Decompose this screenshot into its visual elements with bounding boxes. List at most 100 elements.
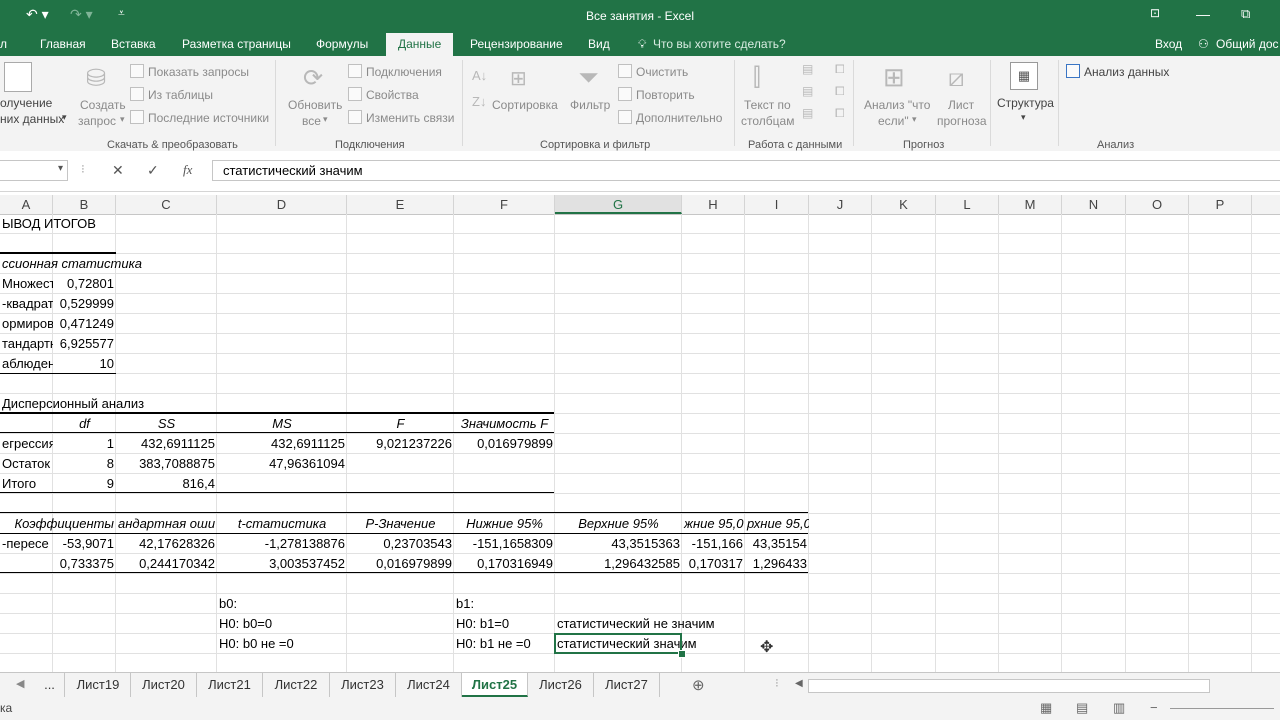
cell-g16[interactable]: Верхние 95% — [555, 514, 682, 534]
cell-b5[interactable]: 0,529999 — [53, 294, 116, 314]
cell-c16[interactable]: андартная оши — [116, 514, 217, 534]
cell-a10[interactable]: Дисперсионный анализ — [0, 394, 260, 414]
tab-page-layout[interactable]: Разметка страницы — [182, 37, 291, 51]
sheet-tab-Лист23[interactable]: Лист23 — [330, 673, 396, 697]
cell-a8[interactable]: аблюдени — [0, 354, 53, 374]
flash-fill-icon[interactable]: ▤ — [802, 62, 813, 76]
column-header-a[interactable]: A — [0, 195, 53, 214]
cell-a4[interactable]: Множеств — [0, 274, 53, 294]
cell-f12[interactable]: 0,016979899 — [454, 434, 555, 454]
cell-f21[interactable]: H0: b1=0 — [454, 614, 555, 634]
data-analysis-button[interactable]: Анализ данных — [1066, 64, 1169, 79]
cell-b17[interactable]: -53,9071 — [53, 534, 116, 554]
relationships-icon[interactable]: ⧠ — [835, 84, 845, 99]
column-header-p[interactable]: P — [1189, 195, 1252, 214]
sort-za-icon[interactable]: Z↓ — [472, 94, 486, 109]
cell-i18[interactable]: 1,296433 — [745, 554, 809, 574]
cell-d13[interactable]: 47,96361094 — [217, 454, 347, 474]
column-header-f[interactable]: F — [454, 195, 555, 214]
cell-b6[interactable]: 0,471249 — [53, 314, 116, 334]
cell-f22[interactable]: H0: b1 не =0 — [454, 634, 555, 654]
sheet-tab-Лист27[interactable]: Лист27 — [594, 673, 660, 697]
tab-insert[interactable]: Вставка — [111, 37, 156, 51]
cell-a5[interactable]: -квадрат — [0, 294, 53, 314]
enter-icon[interactable]: ✓ — [147, 162, 159, 179]
tab-home[interactable]: Главная — [40, 37, 86, 51]
cell-c14[interactable]: 816,4 — [116, 474, 217, 494]
cell-b13[interactable]: 8 — [53, 454, 116, 474]
cell-f11[interactable]: Значимость F — [454, 414, 555, 434]
new-query-label-2[interactable]: запрос — [78, 114, 116, 128]
what-if-label-2[interactable]: если" — [878, 114, 909, 128]
text-to-columns-label-1[interactable]: Текст по — [744, 98, 791, 112]
name-box[interactable]: ▾ — [0, 160, 68, 181]
show-queries-button[interactable]: Показать запросы — [130, 64, 249, 79]
cell-d11[interactable]: MS — [217, 414, 347, 434]
cell-f16[interactable]: Нижние 95% — [454, 514, 555, 534]
cell-d18[interactable]: 3,003537452 — [217, 554, 347, 574]
sheet-tab-Лист19[interactable]: Лист19 — [66, 673, 131, 697]
get-data-label-2[interactable]: них данных — [0, 112, 64, 126]
tab-review[interactable]: Рецензирование — [470, 37, 563, 51]
fill-handle[interactable] — [678, 650, 686, 658]
scroll-left-icon[interactable]: ◀ — [16, 677, 24, 690]
cell-b8[interactable]: 10 — [53, 354, 116, 374]
clear-button[interactable]: Очистить — [618, 64, 688, 79]
cell-b18[interactable]: 0,733375 — [53, 554, 116, 574]
recent-sources-button[interactable]: Последние источники — [130, 110, 269, 125]
column-header-j[interactable]: J — [809, 195, 872, 214]
sort-button[interactable]: Сортировка — [492, 98, 558, 112]
cell-b14[interactable]: 9 — [53, 474, 116, 494]
cell-c12[interactable]: 432,6911125 — [116, 434, 217, 454]
page-layout-view-icon[interactable]: ▤ — [1076, 700, 1088, 716]
cell-g21[interactable]: статистический не значим — [555, 614, 815, 634]
data-validation-icon[interactable]: ▤ — [802, 106, 813, 120]
forecast-sheet-label-1[interactable]: Лист — [948, 98, 974, 112]
cell-i17[interactable]: 43,35154 — [745, 534, 809, 554]
cell-d17[interactable]: -1,278138876 — [217, 534, 347, 554]
formula-input[interactable]: статистический значим — [212, 160, 1280, 181]
filter-button[interactable]: Фильтр — [570, 98, 610, 112]
cell-g17[interactable]: 43,3515363 — [555, 534, 682, 554]
chevron-down-icon[interactable]: ▾ — [58, 163, 63, 174]
sheet-tab-Лист20[interactable]: Лист20 — [131, 673, 197, 697]
minimize-icon[interactable]: — — [1196, 6, 1210, 22]
sheet-tab-Лист24[interactable]: Лист24 — [396, 673, 462, 697]
cell-a3[interactable]: ссионная статистика — [0, 254, 260, 274]
get-data-icon[interactable] — [4, 62, 32, 92]
cell-b12[interactable]: 1 — [53, 434, 116, 454]
cell-b7[interactable]: 6,925577 — [53, 334, 116, 354]
sheet-tab-Лист21[interactable]: Лист21 — [197, 673, 263, 697]
cell-e17[interactable]: 0,23703543 — [347, 534, 454, 554]
cell-i16[interactable]: рхние 95,0% — [745, 514, 809, 534]
cell-c11[interactable]: SS — [116, 414, 217, 434]
column-header-d[interactable]: D — [217, 195, 347, 214]
remove-duplicates-icon[interactable]: ▤ — [802, 84, 813, 98]
cell-f17[interactable]: -151,1658309 — [454, 534, 555, 554]
column-header-o[interactable]: O — [1126, 195, 1189, 214]
column-header-g[interactable]: G — [555, 195, 682, 214]
column-header-e[interactable]: E — [347, 195, 454, 214]
cell-a12[interactable]: егрессия — [0, 434, 53, 454]
sort-az-icon[interactable]: A↓ — [472, 68, 487, 83]
active-cell-selection[interactable] — [554, 633, 682, 654]
cell-a7[interactable]: тандартн — [0, 334, 53, 354]
column-header-i[interactable]: I — [745, 195, 809, 214]
properties-button[interactable]: Свойства — [348, 87, 419, 102]
text-to-columns-label-2[interactable]: столбцам — [741, 114, 794, 128]
cell-d22[interactable]: H0: b0 не =0 — [217, 634, 347, 654]
column-header-h[interactable]: H — [682, 195, 745, 214]
forecast-sheet-label-2[interactable]: прогноза — [937, 114, 987, 128]
cell-e12[interactable]: 9,021237226 — [347, 434, 454, 454]
reapply-button[interactable]: Повторить — [618, 87, 695, 102]
what-if-label-1[interactable]: Анализ "что — [864, 98, 930, 112]
tab-data[interactable]: Данные — [386, 33, 454, 56]
add-sheet-icon[interactable]: ⊕ — [692, 676, 705, 694]
sign-in-link[interactable]: Вход — [1155, 37, 1182, 51]
column-header-c[interactable]: C — [116, 195, 217, 214]
share-button[interactable]: Общий дос — [1216, 37, 1279, 51]
page-break-view-icon[interactable]: ▥ — [1113, 700, 1125, 716]
tab-formulas[interactable]: Формулы — [316, 37, 368, 51]
scroll-left-icon[interactable]: ◀ — [795, 678, 803, 689]
restore-icon[interactable]: ⧉ — [1241, 6, 1250, 22]
